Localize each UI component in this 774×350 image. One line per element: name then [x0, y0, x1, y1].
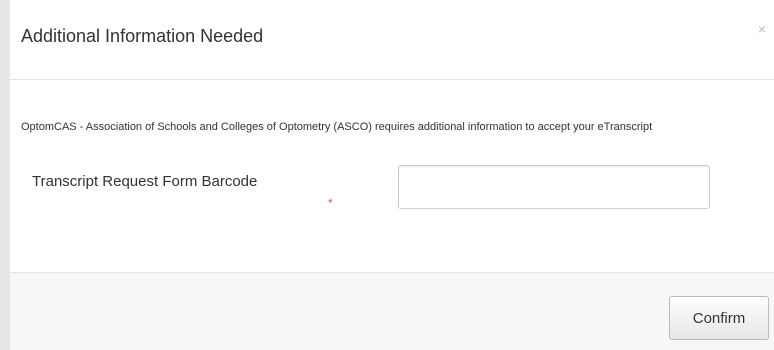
dialog-footer: Confirm [10, 272, 774, 350]
barcode-label: Transcript Request Form Barcode [32, 173, 258, 190]
dialog-title: Additional Information Needed [21, 26, 264, 46]
barcode-input[interactable] [398, 165, 710, 209]
confirm-button[interactable]: Confirm [669, 296, 769, 340]
dialog-header: Additional Information Needed × [10, 0, 774, 80]
additional-info-dialog: Additional Information Needed × OptomCAS… [10, 0, 774, 350]
intro-text: OptomCAS - Association of Schools and Co… [21, 121, 653, 133]
close-icon[interactable]: × [758, 22, 766, 36]
dialog-body: OptomCAS - Association of Schools and Co… [10, 80, 774, 272]
required-indicator: * [328, 196, 333, 210]
